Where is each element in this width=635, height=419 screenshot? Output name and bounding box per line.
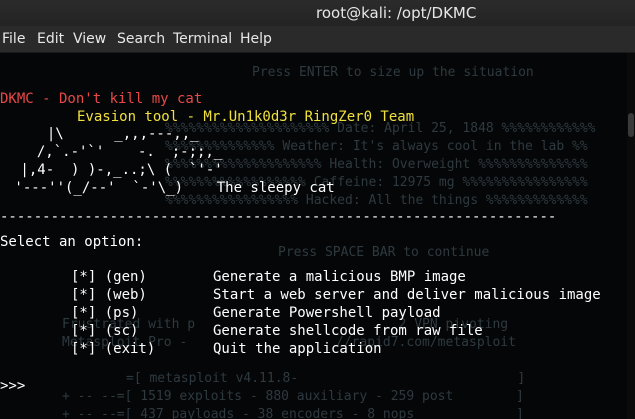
- bg-line: Press SPACE BAR to continue: [278, 245, 490, 260]
- option-ps-tag: [*] (ps): [71, 305, 139, 321]
- scrollbar[interactable]: [627, 53, 635, 419]
- bg-line: Press ENTER to size up the situation: [252, 65, 534, 80]
- ascii-cat-line: |,4- ) )-,_..;\ ( `'-': [12, 162, 223, 178]
- option-sc-desc: Generate shellcode from raw file: [213, 323, 483, 339]
- menu-help[interactable]: Help: [240, 31, 272, 47]
- menu-view[interactable]: View: [73, 31, 106, 47]
- menu-file[interactable]: File: [2, 31, 25, 47]
- option-web-tag: [*] (web): [71, 287, 147, 303]
- option-exit-tag: [*] (exit): [71, 341, 156, 357]
- menu-edit[interactable]: Edit: [37, 31, 64, 47]
- ascii-cat-line: |\ _,,,---,,_: [30, 126, 199, 142]
- option-exit-desc: Quit the application: [213, 341, 382, 357]
- banner-title: DKMC - Don't kill my cat: [0, 91, 203, 107]
- scrollbar-thumb[interactable]: [628, 113, 634, 137]
- option-ps-desc: Generate Powershell payload: [213, 305, 441, 321]
- bg-line: =[ metasploit v4.11.8- ]: [126, 371, 526, 386]
- bg-line: + -- --=[ 437 payloads - 38 encoders - 8…: [62, 407, 524, 419]
- bg-line: %%%%%%%%%%%%%% Weather: It's always cool…: [165, 139, 588, 154]
- terminal-output[interactable]: Press ENTER to size up the situation %%%…: [0, 53, 635, 419]
- option-web-desc: Start a web server and deliver malicious…: [213, 287, 601, 303]
- bg-line: + -- --=[ 1519 exploits - 880 auxiliary …: [62, 389, 524, 404]
- window-title: root@kali: /opt/DKMC: [316, 4, 477, 22]
- banner-subtitle: Evasion tool - Mr.Un1k0d3r RingZer0 Team: [77, 109, 415, 125]
- option-gen-tag: [*] (gen): [71, 269, 147, 285]
- bg-line: %%%%%%%%%%%%%%%%%%%% Health: Overweight …: [165, 157, 588, 172]
- ascii-cat-line: /,`.-'`' -. ;-;;,_: [20, 144, 223, 160]
- option-gen-desc: Generate a malicious BMP image: [213, 269, 466, 285]
- separator: ----------------------------------------…: [0, 209, 557, 225]
- menu-search[interactable]: Search: [117, 31, 165, 47]
- option-sc-tag: [*] (sc): [71, 323, 139, 339]
- command-prompt[interactable]: >>>: [0, 377, 25, 395]
- menu-bar: File Edit View Search Terminal Help: [0, 26, 635, 53]
- select-option-heading: Select an option:: [0, 234, 144, 250]
- menu-terminal[interactable]: Terminal: [173, 31, 232, 47]
- title-bar: root@kali: /opt/DKMC: [0, 0, 635, 26]
- ascii-cat-line: '---''(_/--' `-'\_) The sleepy cat: [6, 180, 335, 196]
